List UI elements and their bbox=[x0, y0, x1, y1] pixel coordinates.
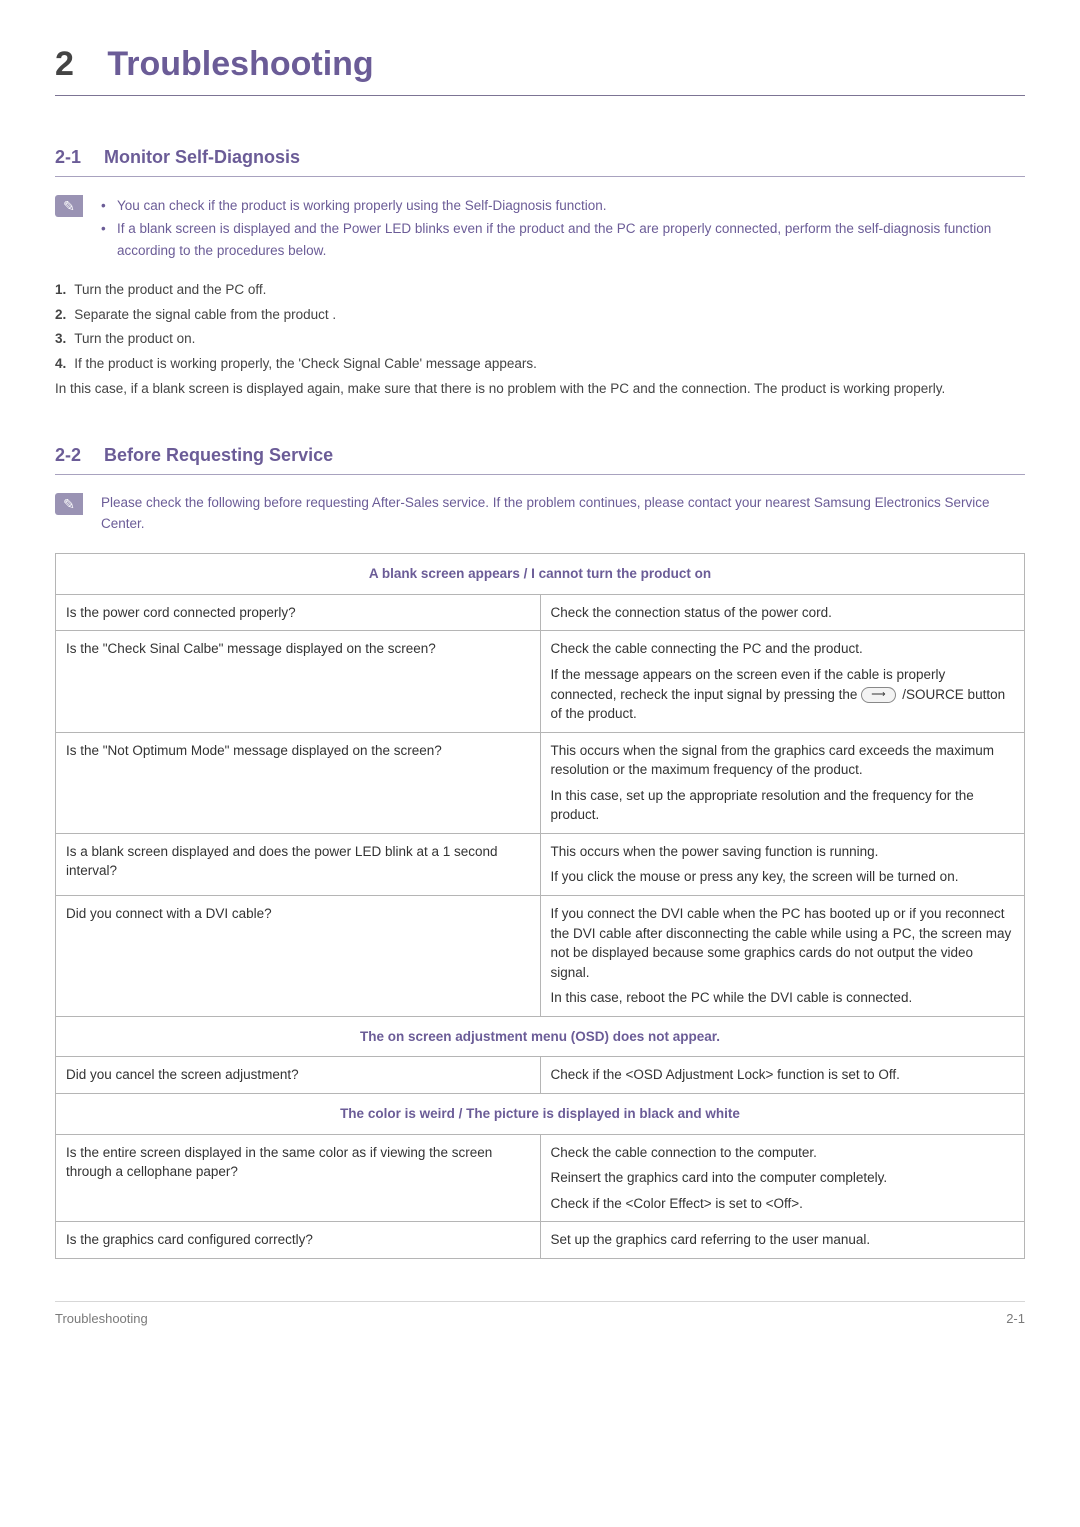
answer-text: If you click the mouse or press any key,… bbox=[551, 867, 1015, 887]
answer-text: Reinsert the graphics card into the comp… bbox=[551, 1168, 1015, 1188]
question-cell: Is the graphics card configured correctl… bbox=[56, 1222, 541, 1259]
section-2-2-note: ✎ Please check the following before requ… bbox=[55, 493, 1025, 535]
note-body: Please check the following before reques… bbox=[101, 493, 1025, 535]
step: 2.Separate the signal cable from the pro… bbox=[55, 305, 1025, 325]
note-text: Please check the following before reques… bbox=[101, 493, 1025, 535]
section-2-2-divider bbox=[55, 474, 1025, 475]
section-2-1-number: 2-1 bbox=[55, 147, 81, 167]
answer-text: Check the cable connecting the PC and th… bbox=[551, 639, 1015, 659]
answer-cell: Set up the graphics card referring to th… bbox=[540, 1222, 1025, 1259]
answer-text: If the message appears on the screen eve… bbox=[551, 665, 1015, 724]
section-2-1-text: Monitor Self-Diagnosis bbox=[104, 147, 300, 167]
table-row: Is the entire screen displayed in the sa… bbox=[56, 1134, 1025, 1222]
answer-text: This occurs when the power saving functi… bbox=[551, 842, 1015, 862]
table-row: Is the graphics card configured correctl… bbox=[56, 1222, 1025, 1259]
troubleshooting-table: A blank screen appears / I cannot turn t… bbox=[55, 553, 1025, 1259]
question-cell: Is the entire screen displayed in the sa… bbox=[56, 1134, 541, 1222]
answer-text: This occurs when the signal from the gra… bbox=[551, 741, 1015, 780]
step: 1.Turn the product and the PC off. bbox=[55, 280, 1025, 300]
footer-left: Troubleshooting bbox=[55, 1310, 148, 1329]
note-bullet: If a blank screen is displayed and the P… bbox=[101, 218, 1025, 263]
answer-cell: This occurs when the signal from the gra… bbox=[540, 732, 1025, 833]
table-group-header: The color is weird / The picture is disp… bbox=[56, 1093, 1025, 1134]
answer-text: If you connect the DVI cable when the PC… bbox=[551, 904, 1015, 982]
chapter-text: Troubleshooting bbox=[107, 45, 373, 83]
chapter-divider bbox=[55, 95, 1025, 96]
section-2-1-divider bbox=[55, 176, 1025, 177]
table-group-header: A blank screen appears / I cannot turn t… bbox=[56, 554, 1025, 595]
table-row: Is the "Not Optimum Mode" message displa… bbox=[56, 732, 1025, 833]
step: 4.If the product is working properly, th… bbox=[55, 354, 1025, 374]
answer-cell: If you connect the DVI cable when the PC… bbox=[540, 896, 1025, 1017]
table-row: Did you cancel the screen adjustment? Che… bbox=[56, 1057, 1025, 1094]
answer-cell: Check the connection status of the power… bbox=[540, 594, 1025, 631]
answer-text: Check the cable connection to the comput… bbox=[551, 1143, 1015, 1163]
table-group-header: The on screen adjustment menu (OSD) does… bbox=[56, 1016, 1025, 1057]
answer-cell: Check if the <OSD Adjustment Lock> funct… bbox=[540, 1057, 1025, 1094]
after-steps-text: In this case, if a blank screen is displ… bbox=[55, 379, 1025, 400]
answer-text: In this case, reboot the PC while the DV… bbox=[551, 988, 1015, 1008]
question-cell: Is the "Check Sinal Calbe" message displ… bbox=[56, 631, 541, 732]
answer-cell: Check the cable connection to the comput… bbox=[540, 1134, 1025, 1222]
self-diagnosis-steps: 1.Turn the product and the PC off. 2.Sep… bbox=[55, 280, 1025, 373]
note-icon: ✎ bbox=[55, 493, 83, 515]
note-body: You can check if the product is working … bbox=[101, 195, 1025, 262]
page-footer: Troubleshooting 2-1 bbox=[55, 1301, 1025, 1329]
note-icon: ✎ bbox=[55, 195, 83, 217]
section-2-1-note: ✎ You can check if the product is workin… bbox=[55, 195, 1025, 262]
section-2-2-number: 2-2 bbox=[55, 445, 81, 465]
answer-text: Check the connection status of the power… bbox=[551, 603, 1015, 623]
note-bullet: You can check if the product is working … bbox=[101, 195, 1025, 217]
table-row: Is the power cord connected properly? Che… bbox=[56, 594, 1025, 631]
question-cell: Is the "Not Optimum Mode" message displa… bbox=[56, 732, 541, 833]
answer-text: Check if the <Color Effect> is set to <O… bbox=[551, 1194, 1015, 1214]
table-row: Is a blank screen displayed and does the… bbox=[56, 833, 1025, 895]
footer-right: 2-1 bbox=[1006, 1310, 1025, 1329]
answer-text: Check if the <OSD Adjustment Lock> funct… bbox=[551, 1065, 1015, 1085]
section-2-2-text: Before Requesting Service bbox=[104, 445, 333, 465]
chapter-title: 2 Troubleshooting bbox=[55, 40, 1025, 89]
question-cell: Is the power cord connected properly? bbox=[56, 594, 541, 631]
step: 3.Turn the product on. bbox=[55, 329, 1025, 349]
section-2-1-title: 2-1 Monitor Self-Diagnosis bbox=[55, 144, 1025, 170]
question-cell: Did you cancel the screen adjustment? bbox=[56, 1057, 541, 1094]
answer-cell: Check the cable connecting the PC and th… bbox=[540, 631, 1025, 732]
answer-cell: This occurs when the power saving functi… bbox=[540, 833, 1025, 895]
answer-text: Set up the graphics card referring to th… bbox=[551, 1230, 1015, 1250]
question-cell: Did you connect with a DVI cable? bbox=[56, 896, 541, 1017]
table-row: Is the "Check Sinal Calbe" message displ… bbox=[56, 631, 1025, 732]
chapter-number: 2 bbox=[55, 45, 74, 83]
question-cell: Is a blank screen displayed and does the… bbox=[56, 833, 541, 895]
section-2-2-title: 2-2 Before Requesting Service bbox=[55, 442, 1025, 468]
answer-text: In this case, set up the appropriate res… bbox=[551, 786, 1015, 825]
table-row: Did you connect with a DVI cable?If you … bbox=[56, 896, 1025, 1017]
source-button-icon: ⟶ bbox=[861, 687, 895, 703]
